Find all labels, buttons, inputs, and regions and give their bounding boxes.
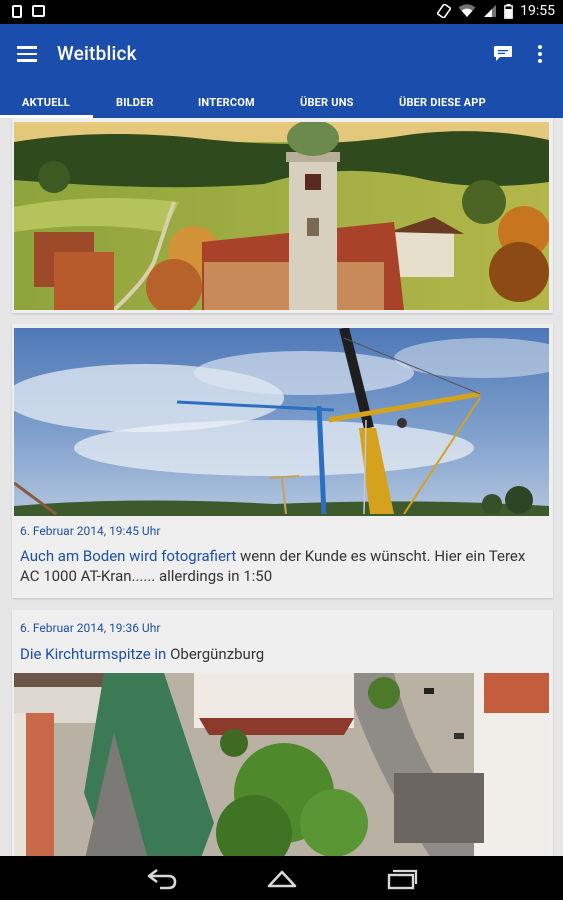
app-title: Weitblick <box>57 42 137 65</box>
post-date: 6. Februar 2014, 19:36 Uhr <box>20 621 161 635</box>
clock: 19:55 <box>520 3 555 19</box>
home-icon[interactable] <box>266 866 298 890</box>
photo-church-spire[interactable] <box>14 673 549 856</box>
app-bar: Weitblick AKTUELL BILDER INTERCOM ÜBER U… <box>0 24 563 118</box>
hamburger-menu-icon[interactable] <box>17 46 37 62</box>
rotate-icon <box>437 4 452 18</box>
wifi-icon <box>458 4 476 17</box>
recent-apps-icon[interactable] <box>386 866 418 890</box>
screenshot-notification-icon <box>32 5 45 17</box>
news-feed[interactable]: 6. Februar 2014, 19:45 Uhr Auch am Boden… <box>0 118 563 856</box>
post-headline[interactable]: Die Kirchturmspitze in Obergünzburg <box>20 644 540 664</box>
post-headline[interactable]: Auch am Boden wird fotografiert wenn der… <box>20 546 540 586</box>
post-date: 6. Februar 2014, 19:45 Uhr <box>20 524 161 538</box>
back-icon[interactable] <box>146 866 178 890</box>
battery-icon <box>504 3 513 19</box>
status-bar: 19:55 <box>0 0 563 24</box>
chat-bubble-icon[interactable] <box>493 45 513 62</box>
photo-crane[interactable] <box>14 328 549 516</box>
sim-notification-icon <box>12 5 22 18</box>
tab-ueber-uns[interactable]: ÜBER UNS <box>300 96 354 109</box>
signal-icon <box>484 5 497 17</box>
tab-ueber-diese-app[interactable]: ÜBER DIESE APP <box>399 96 486 109</box>
tab-bar: AKTUELL BILDER INTERCOM ÜBER UNS ÜBER DI… <box>0 88 563 118</box>
post-text: Obergünzburg <box>166 645 265 663</box>
overflow-menu-icon[interactable] <box>532 45 548 63</box>
news-card-3[interactable]: 6. Februar 2014, 19:36 Uhr Die Kirchturm… <box>12 610 553 856</box>
system-navigation-bar <box>0 856 563 900</box>
news-card-1[interactable] <box>12 118 553 313</box>
news-card-2[interactable]: 6. Februar 2014, 19:45 Uhr Auch am Boden… <box>12 324 553 598</box>
tab-bilder[interactable]: BILDER <box>116 96 154 109</box>
post-title-link[interactable]: Auch am Boden wird fotografiert <box>20 547 236 565</box>
photo-aerial-church-tower[interactable] <box>14 122 549 310</box>
tab-intercom[interactable]: INTERCOM <box>198 96 255 109</box>
post-title-link[interactable]: Die Kirchturmspitze in <box>20 645 166 663</box>
tab-aktuell[interactable]: AKTUELL <box>22 96 70 109</box>
